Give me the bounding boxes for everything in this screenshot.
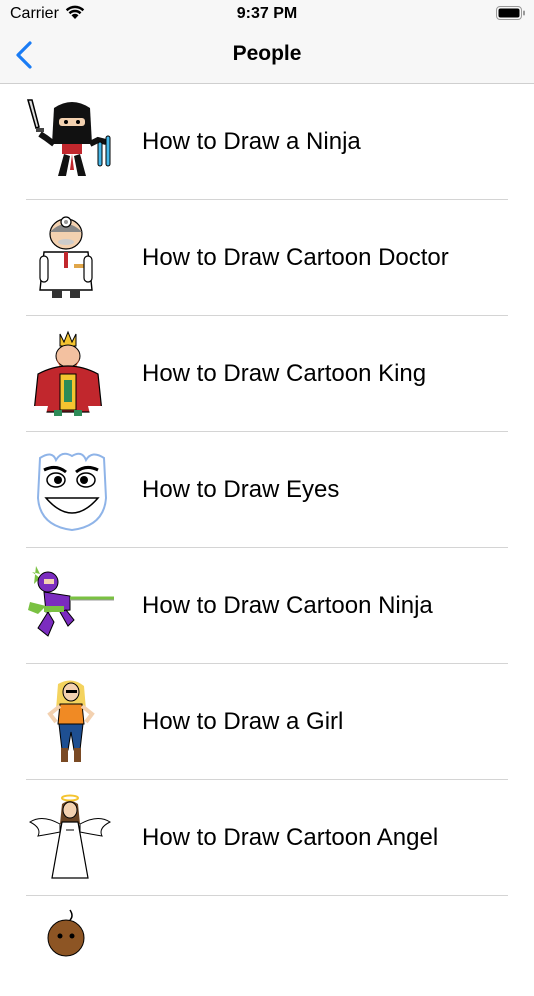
battery-icon: [496, 6, 525, 20]
list-item-label: How to Draw Cartoon Ninja: [142, 592, 433, 619]
list-item-label: How to Draw Cartoon Doctor: [142, 244, 449, 271]
ninja-icon: [27, 99, 111, 176]
clock: 9:37 PM: [236, 5, 298, 22]
page-title: People: [232, 42, 302, 65]
status-bar: Carrier 9:37 PM: [0, 0, 534, 28]
angel-icon: [29, 794, 111, 879]
list-item-label: How to Draw Cartoon Angel: [142, 824, 439, 851]
list-item[interactable]: [0, 896, 534, 957]
list-item[interactable]: How to Draw Eyes: [0, 432, 534, 548]
list-item-label: How to Draw a Ninja: [142, 128, 361, 155]
list-item-label: How to Draw a Girl: [142, 708, 344, 735]
baby-icon: [47, 909, 85, 957]
eyes-icon: [36, 452, 108, 532]
navigation-bar: People: [0, 28, 534, 84]
people-list: How to Draw a Ninja How to Draw Cartoon …: [0, 84, 534, 957]
king-icon: [32, 330, 104, 416]
cartoon-ninja-icon: [28, 566, 114, 637]
list-item[interactable]: How to Draw a Ninja: [0, 84, 534, 200]
list-item[interactable]: How to Draw Cartoon King: [0, 316, 534, 432]
list-item-label: How to Draw Eyes: [142, 476, 340, 503]
list-item[interactable]: How to Draw a Girl: [0, 664, 534, 780]
doctor-icon: [39, 216, 93, 298]
girl-icon: [47, 680, 95, 762]
list-item[interactable]: How to Draw Cartoon Doctor: [0, 200, 534, 316]
list-item[interactable]: How to Draw Cartoon Angel: [0, 780, 534, 896]
list-item-label: How to Draw Cartoon King: [142, 360, 427, 387]
list-item[interactable]: How to Draw Cartoon Ninja: [0, 548, 534, 664]
